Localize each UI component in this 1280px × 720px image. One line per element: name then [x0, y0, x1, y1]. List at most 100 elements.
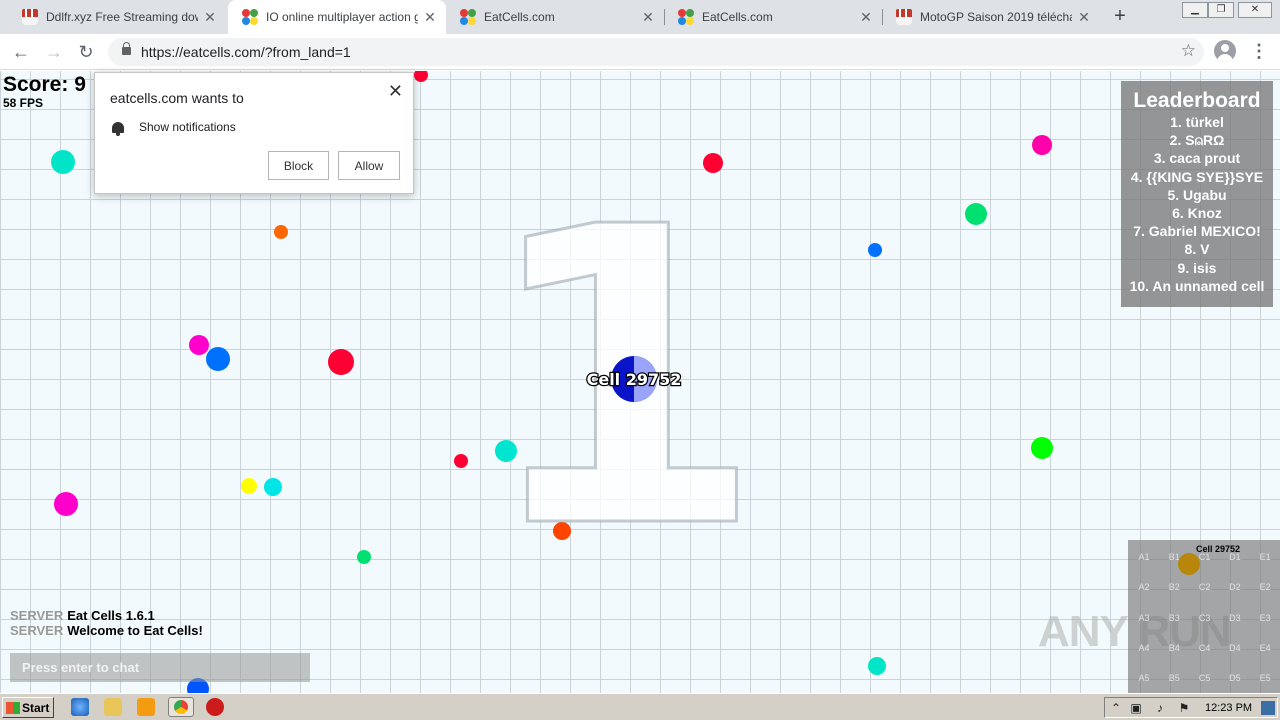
eatcells-icon [460, 9, 476, 25]
popcorn-icon [22, 9, 38, 25]
minimap-cell: A4 [1138, 642, 1150, 653]
tab-ddlfr[interactable]: Ddlfr.xyz Free Streaming downl ✕ [8, 0, 226, 34]
profile-avatar-icon[interactable] [1214, 40, 1236, 62]
leaderboard: Leaderboard 1. türkel 2. S⍝RΩ 3. caca pr… [1121, 81, 1273, 307]
minimap-cell: C5 [1198, 673, 1211, 684]
leaderboard-entry: 3. caca prout [1153, 150, 1241, 167]
tab-title: EatCells.com [484, 10, 555, 24]
url-text[interactable]: https://eatcells.com/?from_land=1 [141, 44, 351, 60]
minimap-cell: D4 [1229, 642, 1241, 653]
minimap-cell: D3 [1229, 612, 1241, 623]
minimap-cell: E4 [1259, 642, 1271, 653]
notification-permission-dialog: eatcells.com wants to ✕ Show notificatio… [94, 72, 414, 194]
player-name: Cell 29752 [587, 370, 682, 389]
leaderboard-entry: 2. S⍝RΩ [1169, 132, 1225, 149]
lock-icon[interactable] [122, 42, 131, 55]
tab-title: IO online multiplayer action gam [266, 10, 418, 24]
close-icon[interactable]: ✕ [388, 81, 403, 102]
close-window-button[interactable]: ✕ [1238, 2, 1272, 18]
minimap-cell: B2 [1168, 582, 1180, 593]
tab-title: MotoGP Saison 2019 télécharge [920, 10, 1072, 24]
explorer-folder-icon[interactable] [104, 698, 122, 716]
eatcells-icon [678, 9, 694, 25]
allow-button[interactable]: Allow [338, 151, 400, 180]
minimap-cell: E1 [1259, 552, 1271, 562]
minimap-cell: E2 [1259, 582, 1271, 593]
leaderboard-title: Leaderboard [1133, 89, 1261, 112]
forward-button[interactable]: → [42, 40, 66, 64]
chrome-taskbar-button[interactable] [168, 697, 194, 717]
minimap-cell: A5 [1138, 673, 1150, 684]
minimap-cell: A3 [1138, 612, 1150, 623]
tab-eatcells-2[interactable]: EatCells.com ✕ [664, 0, 882, 34]
system-tray: ⌃ ▣ ♪ ⚑ 12:23 PM [1104, 697, 1278, 718]
tab-strip: Ddlfr.xyz Free Streaming downl ✕ IO onli… [0, 0, 1280, 34]
leaderboard-entry: 8. V [1184, 241, 1210, 258]
minimize-window-button[interactable]: ▁ [1182, 2, 1208, 18]
dialog-title: eatcells.com wants to [110, 90, 244, 106]
permission-text: Show notifications [139, 120, 236, 134]
volume-icon[interactable]: ♪ [1153, 701, 1167, 715]
close-tab-icon[interactable]: ✕ [202, 9, 218, 26]
tab-motogp[interactable]: MotoGP Saison 2019 télécharge ✕ [882, 0, 1100, 34]
minimap-player-label: Cell 29752 [1196, 544, 1241, 554]
minimap-cell: D2 [1229, 582, 1241, 593]
bell-icon [112, 122, 124, 136]
chat-text: Eat Cells 1.6.1 [67, 608, 155, 623]
chat-input[interactable] [10, 653, 310, 682]
start-button[interactable]: Start [2, 697, 54, 718]
restore-window-button[interactable]: ❐ [1208, 2, 1234, 18]
close-tab-icon[interactable]: ✕ [640, 9, 656, 26]
close-tab-icon[interactable]: ✕ [1076, 9, 1092, 26]
minimap-cell: C2 [1198, 582, 1211, 593]
tab-io-game[interactable]: IO online multiplayer action gam ✕ [228, 0, 446, 34]
close-tab-icon[interactable]: ✕ [422, 9, 438, 26]
leaderboard-entry: 9. isis [1177, 259, 1217, 276]
tab-eatcells-1[interactable]: EatCells.com ✕ [446, 0, 664, 34]
leaderboard-entry: 7. Gabriel MEXICO! [1133, 223, 1261, 240]
popcorn-icon [896, 9, 912, 25]
opera-icon[interactable] [206, 698, 224, 716]
back-button[interactable]: ← [9, 40, 33, 64]
flag-icon[interactable]: ⚑ [1177, 701, 1191, 715]
leaderboard-entry: 5. Ugabu [1167, 186, 1227, 203]
chat-message: SERVER Eat Cells 1.6.1 [10, 608, 203, 623]
minimap-cell: C3 [1198, 612, 1211, 623]
score-display: Score: 9 [3, 73, 86, 96]
chat-message: SERVER Welcome to Eat Cells! [10, 623, 203, 638]
tray-expand-icon[interactable]: ⌃ [1109, 701, 1123, 715]
minimap-cell: C4 [1198, 642, 1211, 653]
leaderboard-entry: 10. An unnamed cell [1129, 277, 1265, 294]
tab-title: EatCells.com [702, 10, 773, 24]
leaderboard-entry: 6. Knoz [1172, 205, 1222, 222]
chat-sender: SERVER [10, 608, 64, 623]
new-tab-button[interactable]: + [1108, 5, 1132, 29]
tab-title: Ddlfr.xyz Free Streaming downl [46, 10, 198, 24]
chat-text: Welcome to Eat Cells! [67, 623, 203, 638]
leaderboard-entry: 4. {{KING SYE}}SYE [1130, 168, 1264, 185]
leaderboard-entry: 1. türkel [1170, 114, 1224, 130]
minimap: A1 B1 C1 D1 E1 A2 B2 C2 D2 E2 A3 B3 C3 D3 E3 A4 B4 C4 D4 E4… [1128, 540, 1280, 693]
chrome-icon [174, 700, 188, 714]
address-bar[interactable]: https://eatcells.com/?from_land=1 ☆ [108, 38, 1204, 66]
chat-log: SERVER Eat Cells 1.6.1 SERVER Welcome to E… [10, 608, 203, 638]
minimap-cell: A1 [1138, 552, 1150, 562]
start-label: Start [22, 700, 50, 715]
ie-icon[interactable] [71, 698, 89, 716]
minimap-cell: A2 [1138, 582, 1150, 593]
minimap-cell: E3 [1259, 612, 1271, 623]
close-tab-icon[interactable]: ✕ [858, 9, 874, 26]
bookmark-star-icon[interactable]: ☆ [1181, 41, 1196, 61]
windows-flag-icon [6, 701, 20, 714]
show-desktop-icon[interactable] [1261, 701, 1275, 715]
network-icon[interactable]: ▣ [1129, 701, 1143, 715]
minimap-cell: B4 [1168, 642, 1180, 653]
minimap-cell: E5 [1259, 673, 1271, 684]
clock: 12:23 PM [1205, 702, 1253, 714]
media-player-icon[interactable] [137, 698, 155, 716]
minimap-player-marker [1178, 553, 1200, 575]
block-button[interactable]: Block [268, 151, 329, 180]
minimap-cell: D5 [1229, 673, 1241, 684]
reload-button[interactable]: ↻ [74, 40, 98, 64]
browser-menu-icon[interactable]: ⋮ [1250, 40, 1268, 64]
